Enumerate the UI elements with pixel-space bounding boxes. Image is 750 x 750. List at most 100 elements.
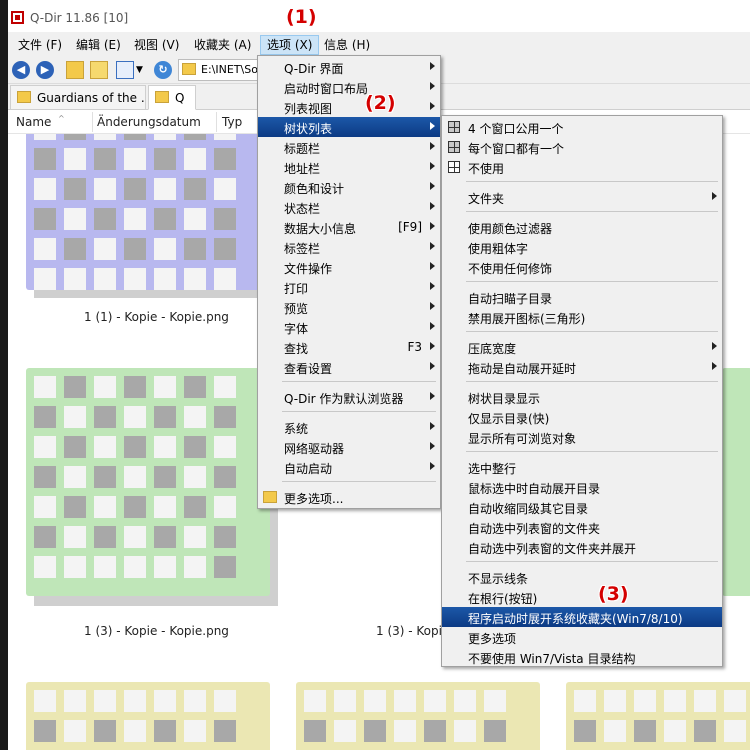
thumb-cell (214, 178, 236, 200)
menu-item-system[interactable]: 系统 (258, 417, 440, 437)
column-type[interactable]: Typ (222, 115, 242, 129)
submenu-item-folders[interactable]: 文件夹 (442, 187, 722, 207)
menu-item-title-bar[interactable]: 标题栏 (258, 137, 440, 157)
submenu-item-indent-width[interactable]: 压底宽度 (442, 337, 722, 357)
file-caption[interactable]: 1 (3) - Kopie (376, 624, 449, 638)
menu-item-startup-layout[interactable]: 启动时窗口布局 (258, 77, 440, 97)
menu-item-view-settings[interactable]: 查看设置 (258, 357, 440, 377)
file-caption[interactable]: 1 (1) - Kopie - Kopie.png (84, 310, 229, 324)
new-folder-icon[interactable] (90, 61, 108, 79)
column-modified[interactable]: Änderungsdatum (97, 115, 201, 129)
menu-options[interactable]: 选项 (X) (260, 35, 320, 55)
submenu-item-no-lines[interactable]: 不显示线条 (442, 567, 722, 587)
submenu-item-bold-font[interactable]: 使用粗体字 (442, 237, 722, 257)
menu-info[interactable]: 信息 (H) (318, 35, 376, 55)
submenu-item-tree-display[interactable]: 树状目录显示 (442, 387, 722, 407)
menu-separator (282, 381, 436, 382)
submenu-item-auto-select-expand[interactable]: 自动选中列表窗的文件夹并展开 (442, 537, 722, 557)
menu-item-file-ops[interactable]: 文件操作 (258, 257, 440, 277)
submenu-item-no-win7-structure[interactable]: 不要使用 Win7/Vista 目录结构 (442, 647, 722, 667)
thumb-cell (34, 556, 56, 578)
thumbnail-yellow[interactable] (296, 682, 548, 750)
back-icon[interactable]: ◀ (12, 61, 30, 79)
folder-icon (155, 91, 169, 103)
thumb-cell (334, 690, 356, 712)
thumbnail-yellow[interactable] (26, 682, 278, 750)
view-mode-icon[interactable] (116, 61, 134, 79)
submenu-item-auto-collapse-siblings[interactable]: 自动收缩同级其它目录 (442, 497, 722, 517)
thumb-cell (124, 466, 146, 488)
menu-item-more-options[interactable]: 更多选项... (258, 487, 440, 507)
menu-item-tree-list[interactable]: 树状列表 (258, 117, 440, 137)
submenu-item-disable-expand-icon[interactable]: 禁用展开图标(三角形) (442, 307, 722, 327)
file-caption[interactable]: 1 (3) - Kopie - Kopie.png (84, 624, 229, 638)
refresh-icon[interactable]: ↻ (154, 61, 172, 79)
thumb-cell (64, 208, 86, 230)
menu-item-status-bar[interactable]: 状态栏 (258, 197, 440, 217)
column-divider[interactable] (216, 112, 217, 132)
thumbnail-green-right[interactable] (722, 368, 750, 608)
thumb-cell (34, 178, 56, 200)
submenu-item-more-options[interactable]: 更多选项 (442, 627, 722, 647)
thumb-cell (484, 690, 506, 712)
submenu-item-all-objects[interactable]: 显示所有可浏览对象 (442, 427, 722, 447)
submenu-item-expand-favorites-on-start[interactable]: 程序启动时展开系统收藏夹(Win7/8/10) (442, 607, 722, 627)
menu-item-preview[interactable]: 预览 (258, 297, 440, 317)
submenu-arrow-icon (430, 362, 435, 370)
submenu-item-auto-select-folder[interactable]: 自动选中列表窗的文件夹 (442, 517, 722, 537)
menu-file[interactable]: 文件 (F) (12, 35, 68, 55)
thumb-cell (664, 720, 686, 742)
submenu-item-shared-tree[interactable]: 4 个窗口公用一个 (442, 117, 722, 137)
submenu-arrow-icon (430, 242, 435, 250)
menu-item-default-browser[interactable]: Q-Dir 作为默认浏览器 (258, 387, 440, 407)
menu-item-print[interactable]: 打印 (258, 277, 440, 297)
menu-item-data-size[interactable]: 数据大小信息 [F9] (258, 217, 440, 237)
submenu-item-no-decoration[interactable]: 不使用任何修饰 (442, 257, 722, 277)
thumb-cell (154, 690, 176, 712)
thumbnail-green[interactable] (26, 368, 278, 608)
submenu-item-each-tree[interactable]: 每个窗口都有一个 (442, 137, 722, 157)
tree-each-icon (448, 141, 460, 153)
chevron-down-icon[interactable]: ▼ (136, 61, 146, 79)
column-name[interactable]: ^ Name (16, 114, 65, 129)
thumb-cell (454, 690, 476, 712)
submenu-arrow-icon (430, 302, 435, 310)
menu-item-list-view[interactable]: 列表视图 (258, 97, 440, 117)
tree-list-submenu: 4 个窗口公用一个 每个窗口都有一个 不使用 文件夹 使用颜色过滤器 使用粗体字… (441, 115, 723, 667)
menu-item-network-drives[interactable]: 网络驱动器 (258, 437, 440, 457)
thumb-cell (124, 148, 146, 170)
menu-favorites[interactable]: 收藏夹 (A) (188, 35, 257, 55)
submenu-item-auto-scan[interactable]: 自动扫瞄子目录 (442, 287, 722, 307)
thumb-cell (214, 238, 236, 260)
menu-view[interactable]: 视图 (V) (128, 35, 185, 55)
tab-label: Q (175, 91, 185, 105)
menu-item-qdir-interface[interactable]: Q-Dir 界面 (258, 57, 440, 77)
column-divider[interactable] (92, 112, 93, 132)
menu-item-colors-design[interactable]: 颜色和设计 (258, 177, 440, 197)
thumb-cell (184, 238, 206, 260)
menu-item-search[interactable]: 查找 F3 (258, 337, 440, 357)
menu-item-address-bar[interactable]: 地址栏 (258, 157, 440, 177)
up-folder-icon[interactable] (66, 61, 84, 79)
submenu-item-no-tree[interactable]: 不使用 (442, 157, 722, 177)
thumbnail-yellow[interactable] (566, 682, 750, 750)
menu-item-autostart[interactable]: 自动启动 (258, 457, 440, 477)
menu-edit[interactable]: 编辑 (E) (70, 35, 127, 55)
thumbnail-purple[interactable] (26, 134, 278, 304)
thumb-cell (124, 268, 146, 290)
submenu-item-root-buttons[interactable]: 在根行(按钮) (442, 587, 722, 607)
menu-item-tab-bar[interactable]: 标签栏 (258, 237, 440, 257)
thumb-cell (94, 178, 116, 200)
thumb-cell (124, 556, 146, 578)
submenu-item-color-filter[interactable]: 使用颜色过滤器 (442, 217, 722, 237)
thumb-image (26, 682, 270, 750)
submenu-item-dirs-only[interactable]: 仅显示目录(快) (442, 407, 722, 427)
tab-q[interactable]: Q (148, 85, 196, 110)
submenu-item-auto-expand-on-select[interactable]: 鼠标选中时自动展开目录 (442, 477, 722, 497)
thumb-cell (334, 720, 356, 742)
submenu-item-drag-expand-delay[interactable]: 拖动是自动展开延时 (442, 357, 722, 377)
menu-item-font[interactable]: 字体 (258, 317, 440, 337)
forward-icon[interactable]: ▶ (36, 61, 54, 79)
submenu-item-full-row-select[interactable]: 选中整行 (442, 457, 722, 477)
tab-guardians[interactable]: Guardians of the ... (10, 85, 146, 110)
